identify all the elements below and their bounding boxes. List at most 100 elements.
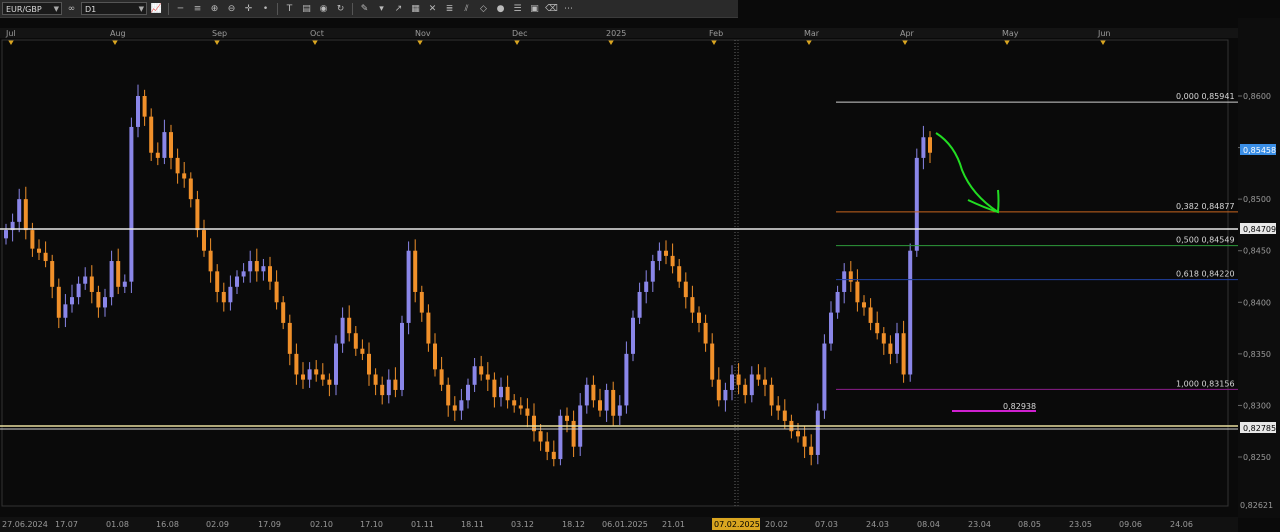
month-label: Dec bbox=[512, 29, 527, 38]
candle-body bbox=[169, 132, 173, 158]
candle-body bbox=[215, 271, 220, 292]
price-tick-label: 0,8500 bbox=[1243, 195, 1271, 204]
candle-body bbox=[584, 384, 589, 406]
month-label: Feb bbox=[709, 29, 723, 38]
price-tick-label: 0,8300 bbox=[1243, 401, 1271, 410]
candle-body bbox=[723, 389, 728, 401]
candle-body bbox=[683, 281, 688, 298]
candle-body bbox=[340, 317, 345, 344]
date-label: 21.01 bbox=[662, 520, 685, 529]
price-tick-label: 0,8450 bbox=[1243, 247, 1271, 256]
date-label: 17.10 bbox=[360, 520, 383, 529]
candle-body bbox=[96, 291, 101, 308]
candle-body bbox=[188, 178, 193, 200]
candle-body bbox=[697, 312, 701, 323]
candle-body bbox=[83, 276, 88, 284]
candle-body bbox=[56, 286, 61, 318]
candle-body bbox=[155, 152, 160, 158]
candle-body bbox=[116, 261, 121, 287]
candle-body bbox=[631, 317, 635, 354]
date-label: 09.06 bbox=[1119, 520, 1142, 529]
month-label: Jul bbox=[5, 29, 16, 38]
candle-body bbox=[202, 230, 206, 251]
candle-body bbox=[347, 317, 352, 334]
candle-body bbox=[730, 374, 734, 390]
candle-body bbox=[268, 266, 272, 282]
month-label: 2025 bbox=[606, 29, 626, 38]
price-tick-label: 0,8250 bbox=[1243, 453, 1271, 462]
month-label: Aug bbox=[110, 29, 126, 38]
candle-body bbox=[743, 384, 748, 396]
price-chart[interactable]: Jul Aug Sep Oct Nov Dec 2025 Feb Mar Apr May Jun 0,… bbox=[0, 0, 1280, 532]
candle-body bbox=[512, 400, 517, 406]
candle-body bbox=[466, 384, 470, 401]
fib-level-label: 0,618 0,84220 bbox=[1176, 270, 1235, 279]
candle-body bbox=[769, 384, 774, 406]
candle-body bbox=[406, 250, 411, 323]
date-label: 23.04 bbox=[968, 520, 991, 529]
candle-body bbox=[228, 286, 233, 303]
candle-body bbox=[644, 281, 649, 292]
fib-level-label: 0,000 0,85941 bbox=[1176, 92, 1235, 101]
candle-body bbox=[393, 379, 398, 390]
candle-body bbox=[76, 283, 81, 298]
bottom-cut-price-label: 0,82621 bbox=[1240, 501, 1273, 510]
candle-body bbox=[868, 307, 873, 323]
candle-body bbox=[142, 96, 147, 117]
date-label: 08.05 bbox=[1018, 520, 1041, 529]
candle-body bbox=[182, 173, 187, 179]
fib-level-label: 0,382 0,84877 bbox=[1176, 202, 1235, 211]
date-label: 24.06 bbox=[1170, 520, 1193, 529]
candle-body bbox=[921, 137, 926, 158]
candle-body bbox=[591, 384, 596, 401]
candle-body bbox=[928, 137, 932, 153]
candle-body bbox=[320, 374, 325, 380]
candle-body bbox=[129, 126, 134, 282]
price-tick-label: 0,8400 bbox=[1243, 298, 1271, 307]
magenta-level-label: 0,82938 bbox=[1003, 402, 1036, 411]
candle-body bbox=[23, 199, 28, 231]
date-label: 18.11 bbox=[461, 520, 484, 529]
highlighted-date-label: 07.02.2025 bbox=[714, 520, 760, 529]
candle-body bbox=[314, 369, 319, 375]
date-label: 24.03 bbox=[866, 520, 889, 529]
month-label: Nov bbox=[415, 29, 431, 38]
candle-body bbox=[637, 291, 642, 318]
candle-body bbox=[881, 333, 886, 344]
candle-body bbox=[43, 252, 48, 262]
candle-body bbox=[103, 297, 107, 308]
candle-body bbox=[235, 276, 239, 287]
candle-body bbox=[815, 410, 820, 455]
candle-body bbox=[281, 302, 286, 323]
candle-body bbox=[136, 96, 140, 127]
candle-body bbox=[855, 281, 860, 303]
candle-body bbox=[413, 250, 418, 292]
candle-body bbox=[274, 281, 279, 303]
candle-body bbox=[327, 379, 332, 385]
date-label: 18.12 bbox=[562, 520, 585, 529]
candle-body bbox=[829, 312, 833, 344]
candle-body bbox=[822, 343, 827, 411]
candle-body bbox=[89, 276, 94, 292]
fib-level-label: 0,500 0,84549 bbox=[1176, 236, 1235, 245]
candle-body bbox=[4, 230, 8, 239]
candle-body bbox=[426, 312, 431, 344]
candle-body bbox=[624, 353, 629, 406]
candle-body bbox=[492, 379, 497, 398]
candle-body bbox=[545, 441, 550, 452]
chart-background bbox=[0, 18, 1280, 532]
candle-body bbox=[650, 261, 655, 282]
candle-body bbox=[208, 250, 213, 272]
candle-body bbox=[551, 451, 556, 460]
candle-body bbox=[617, 405, 622, 416]
candle-body bbox=[472, 366, 477, 385]
price-tick-label: 0,8600 bbox=[1243, 92, 1271, 101]
candle-body bbox=[716, 379, 721, 401]
candle-body bbox=[287, 322, 292, 354]
month-label: Apr bbox=[900, 29, 915, 38]
candle-body bbox=[50, 261, 55, 287]
lower-level-label: 0,82785 bbox=[1243, 424, 1276, 433]
month-label: May bbox=[1002, 29, 1019, 38]
candle-body bbox=[386, 379, 391, 396]
date-label: 02.10 bbox=[310, 520, 333, 529]
